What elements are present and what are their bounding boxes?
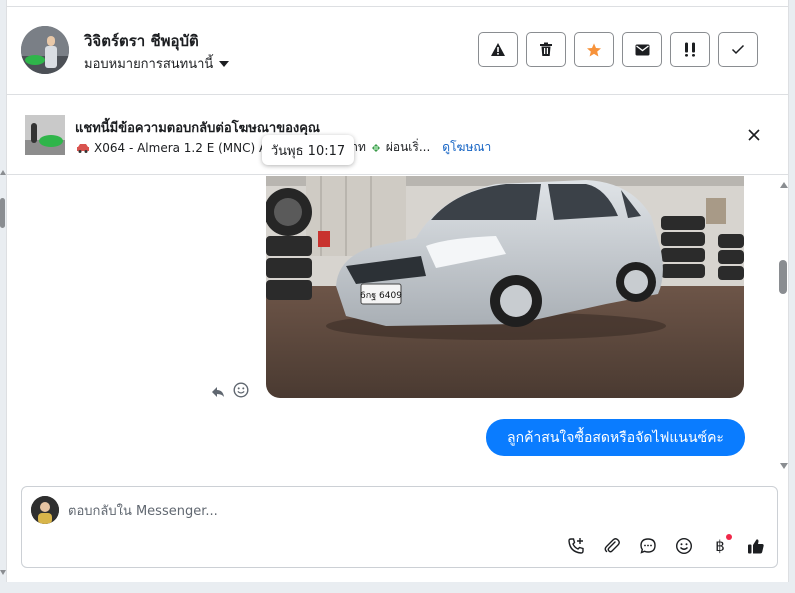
chat-scroll-down-icon[interactable] — [780, 463, 788, 469]
react-button[interactable] — [233, 382, 249, 402]
smiley-icon — [233, 382, 249, 398]
reply-icon — [212, 386, 224, 397]
page-avatar — [31, 496, 59, 524]
follow-up-button[interactable] — [670, 32, 710, 67]
alert-icon — [491, 43, 505, 56]
assign-label: มอบหมายการสนทนานี้ — [84, 57, 214, 72]
ad-context-bar: แชทนี้มีข้อความตอบกลับต่อโฆษณาของคุณ X06… — [6, 96, 789, 175]
license-plate: 6กฐ 6409 — [360, 291, 402, 301]
mail-icon — [635, 44, 649, 55]
money-icon — [371, 143, 380, 152]
outer-scroll-thumb[interactable] — [0, 198, 5, 228]
close-icon — [748, 129, 760, 141]
mark-unread-button[interactable] — [622, 32, 662, 67]
chat-scroll-up-icon[interactable] — [780, 182, 788, 188]
paperclip-icon — [604, 538, 620, 553]
chat-bubble-icon — [640, 538, 656, 554]
ad-thumbnail[interactable] — [25, 115, 65, 155]
thumbs-up-icon — [748, 539, 764, 554]
reply-input[interactable] — [68, 499, 568, 523]
trash-icon — [540, 42, 552, 56]
chevron-down-icon — [219, 60, 230, 67]
notification-dot — [726, 534, 732, 540]
contact-avatar[interactable] — [21, 26, 69, 74]
reply-button[interactable] — [211, 383, 225, 402]
emoji-button[interactable] — [672, 534, 696, 558]
car-photo-attachment[interactable]: 6กฐ 6409 — [266, 176, 744, 398]
app-root: วิจิตร์ตรา ชีพอุบัติ มอบหมายการสนทนานี้ — [0, 0, 795, 593]
ad-subtitle-part1: X064 - Almera 1.2 E (MNC) AT — [94, 140, 274, 155]
contact-name[interactable]: วิจิตร์ตรา ชีพอุบัติ — [84, 29, 199, 53]
header-actions — [478, 32, 758, 67]
call-button[interactable] — [564, 534, 588, 558]
spam-button[interactable] — [478, 32, 518, 67]
attach-button[interactable] — [600, 534, 624, 558]
timestamp-tooltip: วันพุธ 10:17 — [262, 135, 354, 165]
outgoing-message-bubble[interactable]: ลูกค้าสนใจซื้อสดหรือจัดไฟแนนซ์คะ — [486, 419, 745, 456]
like-button[interactable] — [744, 534, 768, 558]
close-ad-bar-button[interactable] — [746, 127, 762, 143]
delete-button[interactable] — [526, 32, 566, 67]
star-button[interactable] — [574, 32, 614, 67]
car-icon — [77, 143, 89, 153]
message-thread: 6กฐ 6409 ลูกค้าสนใจซื้อสดหรือจัดไฟแนนซ์ค… — [6, 176, 789, 476]
star-icon — [587, 42, 601, 57]
emoji-icon — [675, 537, 693, 555]
chat-scroll-thumb[interactable] — [779, 260, 787, 294]
baht-icon: ฿ — [715, 537, 725, 555]
message-composer: ฿ — [21, 486, 778, 568]
message-actions — [211, 382, 249, 402]
double-exclamation-icon — [685, 42, 695, 57]
chat-scrollbar[interactable] — [777, 176, 789, 476]
outer-scroll-down-icon[interactable] — [0, 570, 6, 575]
saved-replies-button[interactable] — [636, 534, 660, 558]
composer-toolbar: ฿ — [564, 534, 768, 558]
payment-button[interactable]: ฿ — [708, 534, 732, 558]
phone-plus-icon — [568, 538, 584, 554]
conversation-header: วิจิตร์ตรา ชีพอุบัติ มอบหมายการสนทนานี้ — [6, 7, 789, 95]
check-icon — [731, 44, 745, 55]
mark-done-button[interactable] — [718, 32, 758, 67]
ad-subtitle-part3: ผ่อนเริ่... — [385, 140, 431, 154]
assign-conversation-dropdown[interactable]: มอบหมายการสนทนานี้ — [84, 53, 230, 74]
view-ad-link[interactable]: ดูโฆษณา — [442, 138, 491, 157]
